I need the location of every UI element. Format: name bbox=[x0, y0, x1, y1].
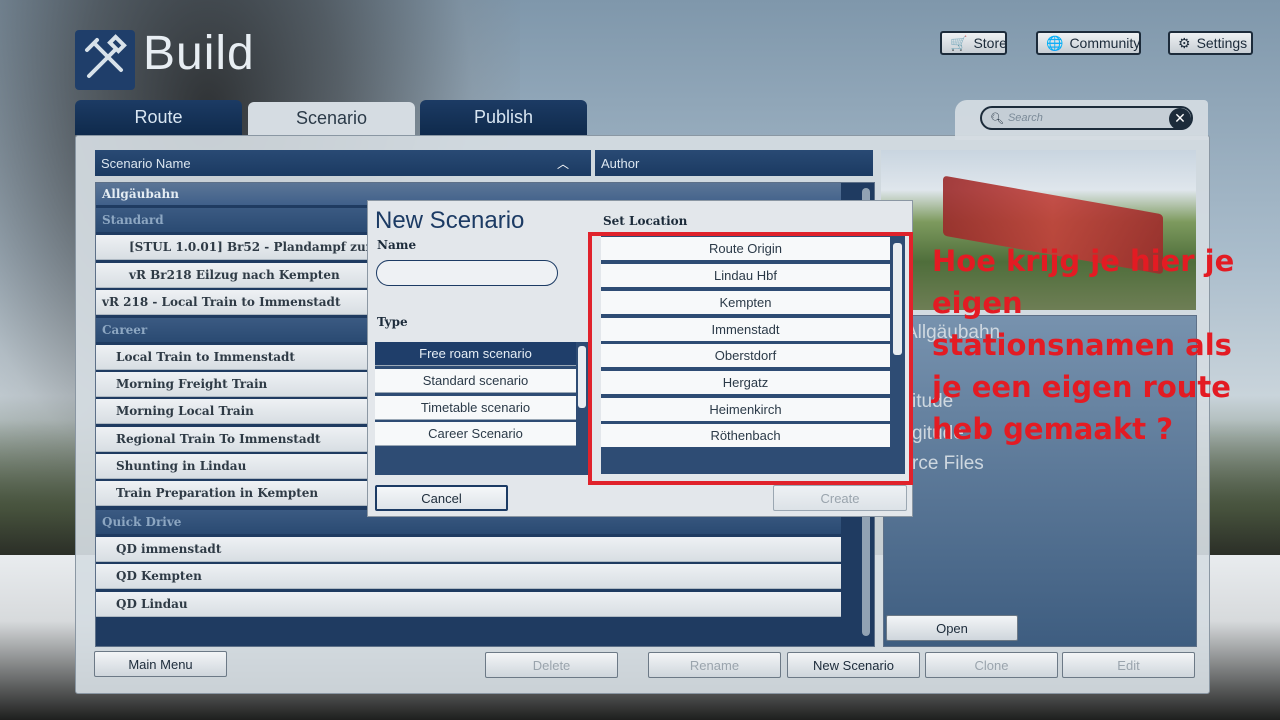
community-button[interactable]: 🌐 Community bbox=[1036, 31, 1141, 55]
cancel-button[interactable]: Cancel bbox=[375, 485, 508, 511]
app-title: Build bbox=[143, 27, 255, 80]
rename-button[interactable]: Rename bbox=[648, 652, 781, 678]
create-button[interactable]: Create bbox=[773, 485, 907, 511]
dialog-title: New Scenario bbox=[375, 207, 525, 234]
cart-icon: 🛒 bbox=[950, 34, 968, 51]
highlight-box bbox=[588, 232, 913, 485]
column-header-author[interactable]: Author bbox=[595, 150, 873, 176]
clear-search-icon[interactable]: ✕ bbox=[1169, 108, 1191, 130]
clone-button[interactable]: Clone bbox=[925, 652, 1058, 678]
settings-label: Settings bbox=[1196, 35, 1248, 51]
type-list-scrollbar[interactable] bbox=[578, 346, 586, 408]
main-menu-button[interactable]: Main Menu bbox=[94, 651, 227, 677]
settings-button[interactable]: ⚙ Settings bbox=[1168, 31, 1253, 55]
tools-icon bbox=[85, 34, 127, 78]
store-label: Store bbox=[973, 35, 1007, 51]
tab-route[interactable]: Route bbox=[75, 100, 242, 135]
scenario-type-list: Free roam scenario Standard scenario Tim… bbox=[375, 342, 589, 475]
tab-publish[interactable]: Publish bbox=[420, 100, 587, 135]
open-button[interactable]: Open bbox=[886, 615, 1018, 641]
column-author-label: Author bbox=[601, 155, 640, 171]
community-label: Community bbox=[1069, 35, 1141, 51]
sort-ascending-icon: ︿ bbox=[556, 156, 569, 171]
type-option-standard[interactable]: Standard scenario bbox=[375, 369, 576, 393]
column-header-name[interactable]: Scenario Name ︿ bbox=[95, 150, 591, 176]
build-logo bbox=[75, 30, 135, 90]
store-button[interactable]: 🛒 Store bbox=[940, 31, 1007, 55]
list-item[interactable]: QD immenstadt bbox=[96, 537, 841, 562]
list-item[interactable]: QD Lindau bbox=[96, 592, 841, 617]
list-item[interactable]: QD Kempten bbox=[96, 564, 841, 589]
new-scenario-button[interactable]: New Scenario bbox=[787, 652, 920, 678]
globe-icon: 🌐 bbox=[1046, 34, 1064, 51]
annotation-text: Hoe krijg je hier je eigen stationsnamen… bbox=[932, 244, 1235, 446]
name-label: Name bbox=[377, 238, 417, 252]
type-option-free-roam[interactable]: Free roam scenario bbox=[375, 342, 576, 366]
set-location-label: Set Location bbox=[603, 214, 688, 228]
type-label: Type bbox=[377, 315, 408, 329]
scenario-name-input[interactable] bbox=[376, 260, 558, 286]
tab-scenario[interactable]: Scenario bbox=[248, 102, 415, 135]
column-name-label: Scenario Name bbox=[101, 155, 191, 171]
info-source-files: rce Files bbox=[912, 453, 984, 474]
search-icon: 🔍︎ bbox=[990, 112, 1004, 125]
search-placeholder: Search bbox=[1007, 112, 1043, 124]
edit-button[interactable]: Edit bbox=[1062, 652, 1195, 678]
delete-button[interactable]: Delete bbox=[485, 652, 618, 678]
type-option-career[interactable]: Career Scenario bbox=[375, 422, 576, 446]
search-input[interactable]: 🔍︎ Search bbox=[980, 106, 1193, 130]
gear-icon: ⚙ bbox=[1178, 34, 1191, 51]
type-option-timetable[interactable]: Timetable scenario bbox=[375, 396, 576, 420]
